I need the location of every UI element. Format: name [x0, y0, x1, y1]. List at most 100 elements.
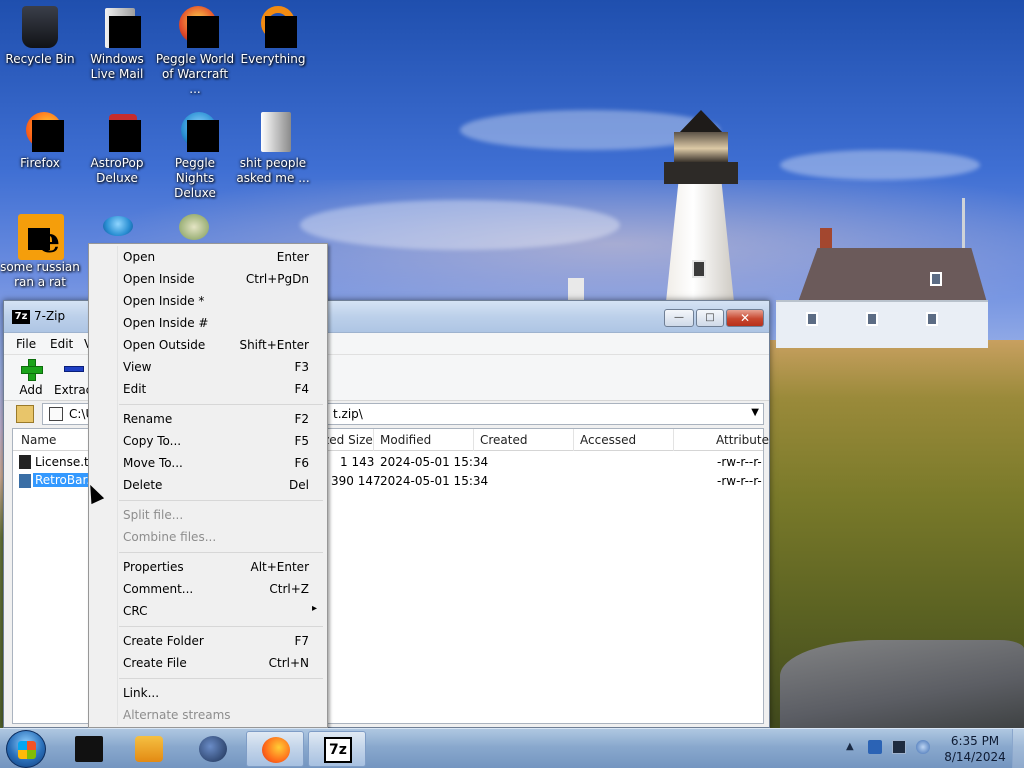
file-packed-size: 390 147 [331, 474, 381, 488]
desktop-icon-label: Peggle Nights Deluxe [174, 156, 216, 200]
app-icon [179, 214, 209, 240]
minus-icon [64, 366, 84, 372]
desktop-icon-astropop[interactable]: AstroPop Deluxe [77, 110, 157, 186]
seven-zip-logo-icon: 7z [12, 310, 30, 324]
taskbar-app-firefox[interactable] [246, 731, 304, 767]
desktop-icon-label: some russian ran a rat [0, 260, 80, 289]
column-attributes[interactable]: Attribute [716, 433, 769, 447]
tray-monitor-icon[interactable] [892, 740, 906, 754]
taskbar-app-globe[interactable] [184, 731, 242, 767]
desktop-icon-windows-live-mail[interactable]: Windows Live Mail [77, 6, 157, 82]
desktop-icon-everything[interactable]: Everything [233, 6, 313, 67]
taskbar-app-7zip[interactable]: 7z [308, 731, 366, 767]
menu-item-comment[interactable]: Comment... Ctrl+Z [91, 578, 325, 600]
generic-app-icon [75, 736, 103, 762]
file-packed-size: 1 143 [340, 455, 375, 469]
taskbar: 7z ▲ 6:35 PM 8/14/2024 [0, 728, 1024, 768]
7zip-icon: 7z [324, 737, 352, 763]
wallpaper-chimney [568, 278, 584, 300]
menu-item-edit[interactable]: Edit F4 [91, 378, 325, 400]
show-desktop-button[interactable] [1012, 729, 1024, 768]
menu-file[interactable]: File [16, 337, 36, 351]
column-name[interactable]: Name [21, 433, 56, 447]
menu-item-move-to[interactable]: Move To... F6 [91, 452, 325, 474]
desktop-icon-label: Recycle Bin [5, 52, 75, 66]
exe-file-icon [19, 474, 31, 488]
minimize-button[interactable]: — [664, 309, 694, 327]
add-label: Add [19, 383, 43, 397]
desktop-icon-peggle-wow[interactable]: Peggle World of Warcraft ... [155, 6, 235, 97]
wallpaper-cloud [300, 200, 620, 250]
desktop-icon-label: Firefox [20, 156, 60, 170]
menu-item-open-inside-hash[interactable]: Open Inside # [91, 312, 325, 334]
taskbar-app-media[interactable] [120, 731, 178, 767]
drive-icon [49, 407, 63, 421]
menu-item-create-file[interactable]: Create File Ctrl+N [91, 652, 325, 674]
folder-up-icon[interactable] [16, 405, 34, 423]
desktop-icon-recycle-bin[interactable]: Recycle Bin [0, 6, 80, 67]
wallpaper-rock [780, 640, 1024, 730]
menu-item-delete[interactable]: Delete Del [91, 474, 325, 496]
desktop-icon-russian-rat[interactable]: e some russian ran a rat [0, 214, 80, 290]
menu-item-open[interactable]: Open Enter [91, 246, 325, 268]
clock-time: 6:35 PM [950, 734, 1000, 748]
tray-flag-icon[interactable] [868, 740, 882, 754]
column-packed-size[interactable]: zed Size [323, 433, 373, 447]
window-title: 7-Zip [34, 309, 66, 323]
taskbar-app-1[interactable] [60, 731, 118, 767]
desktop-icon-label: Everything [240, 52, 306, 66]
close-button[interactable]: ✕ [726, 309, 764, 327]
file-attributes: -rw-r--r- [717, 455, 762, 469]
plus-icon [21, 359, 43, 381]
wallpaper-cloud [780, 150, 980, 180]
column-accessed[interactable]: Accessed [580, 433, 636, 447]
menu-item-copy-to[interactable]: Copy To... F5 [91, 430, 325, 452]
menu-item-create-folder[interactable]: Create Folder F7 [91, 630, 325, 652]
menu-item-crc[interactable]: CRC ▸ [91, 600, 325, 622]
address-path-end: t.zip\ [333, 407, 363, 421]
submenu-arrow-icon: ▸ [311, 603, 317, 614]
desktop-icon-label: Windows Live Mail [90, 52, 144, 81]
menu-edit[interactable]: Edit [50, 337, 73, 351]
file-modified: 2024-05-01 15:34 [380, 474, 489, 488]
text-file-icon [19, 455, 31, 469]
menu-item-view[interactable]: View F3 [91, 356, 325, 378]
start-button[interactable] [6, 730, 46, 768]
menu-item-split-file: Split file... [123, 508, 184, 522]
menu-item-open-inside-star[interactable]: Open Inside * [91, 290, 325, 312]
menu-item-properties[interactable]: Properties Alt+Enter [91, 556, 325, 578]
add-button[interactable]: Add [16, 359, 46, 397]
globe-icon [199, 736, 227, 762]
maximize-button[interactable]: □ [696, 309, 724, 327]
app-icon [103, 216, 133, 236]
firefox-icon [262, 737, 290, 763]
menu-item-rename[interactable]: Rename F2 [91, 408, 325, 430]
menu-item-open-outside[interactable]: Open Outside Shift+Enter [91, 334, 325, 356]
menu-item-link[interactable]: Link... [91, 682, 325, 704]
file-attributes: -rw-r--r- [717, 474, 762, 488]
context-menu: Open Enter Open Inside Ctrl+PgDn Open Insi… [88, 243, 328, 728]
clock-date: 8/14/2024 [944, 750, 1006, 764]
desktop-icon-folder-shortcut[interactable]: shit people asked me ... [233, 110, 313, 186]
chevron-down-icon[interactable]: ▼ [751, 407, 759, 418]
recycle-bin-icon [22, 6, 58, 48]
tray-volume-icon[interactable] [916, 740, 930, 754]
tray-expand-icon[interactable]: ▲ [846, 741, 854, 752]
menu-item-alternate-streams: Alternate streams [123, 708, 231, 722]
folder-icon [261, 112, 291, 152]
media-player-icon [135, 736, 163, 762]
desktop-icon-firefox[interactable]: Firefox [0, 110, 80, 171]
windows-logo-icon [18, 741, 36, 759]
menu-item-open-inside[interactable]: Open Inside Ctrl+PgDn [91, 268, 325, 290]
desktop-icon-label: Peggle World of Warcraft ... [155, 52, 235, 96]
file-modified: 2024-05-01 15:34 [380, 455, 489, 469]
wallpaper-lighthouse [656, 102, 746, 302]
desktop-icon-label: AstroPop Deluxe [90, 156, 144, 185]
menu-item-combine-files: Combine files... [123, 530, 217, 544]
column-created[interactable]: Created [480, 433, 528, 447]
taskbar-clock[interactable]: 6:35 PM 8/14/2024 [940, 733, 1010, 765]
wallpaper-house [776, 228, 988, 348]
column-modified[interactable]: Modified [380, 433, 431, 447]
desktop-icon-label: shit people asked me ... [236, 156, 310, 185]
desktop-icon-peggle-nights[interactable]: Peggle Nights Deluxe [155, 110, 235, 201]
